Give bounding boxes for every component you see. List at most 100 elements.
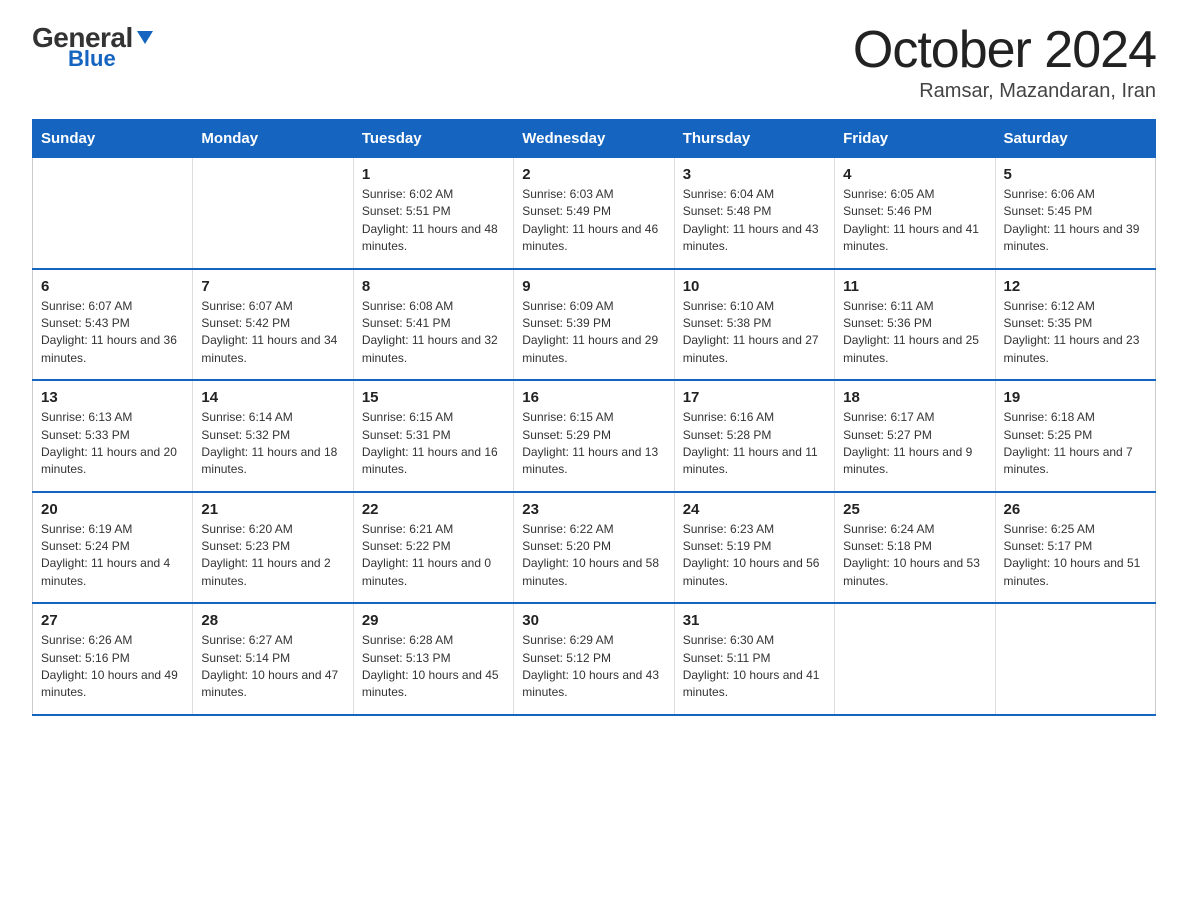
header-row: Sunday Monday Tuesday Wednesday Thursday… [33, 120, 1156, 158]
day-number: 2 [522, 166, 665, 183]
day-info: Sunrise: 6:18 AM Sunset: 5:25 PM Dayligh… [1004, 409, 1147, 479]
week-row-3: 20Sunrise: 6:19 AM Sunset: 5:24 PM Dayli… [33, 492, 1156, 604]
day-cell [995, 603, 1155, 715]
day-info: Sunrise: 6:09 AM Sunset: 5:39 PM Dayligh… [522, 298, 665, 368]
day-cell [835, 603, 995, 715]
week-row-1: 6 Sunrise: 6:07 AM Sunset: 5:43 PM Daylig… [33, 269, 1156, 381]
day-number: 18 [843, 389, 986, 406]
week-row-0: 1 Sunrise: 6:02 AM Sunset: 5:51 PM Daylig… [33, 158, 1156, 269]
day-cell: 6 Sunrise: 6:07 AM Sunset: 5:43 PM Daylig… [33, 269, 193, 381]
day-info: Sunrise: 6:21 AM Sunset: 5:22 PM Dayligh… [362, 521, 505, 591]
header-sunday: Sunday [33, 120, 193, 158]
day-info: Sunrise: 6:04 AM Sunset: 5:48 PM Dayligh… [683, 186, 826, 256]
day-number: 21 [201, 501, 344, 518]
logo-triangle-icon [137, 31, 153, 44]
day-info: Sunrise: 6:15 AM Sunset: 5:29 PM Dayligh… [522, 409, 665, 479]
title-block: October 2024 Ramsar, Mazandaran, Iran [853, 24, 1156, 103]
day-number: 16 [522, 389, 665, 406]
day-cell [33, 158, 193, 269]
day-number: 27 [41, 612, 184, 629]
day-info: Sunrise: 6:28 AM Sunset: 5:13 PM Dayligh… [362, 632, 505, 702]
day-number: 24 [683, 501, 826, 518]
day-info: Sunrise: 6:29 AM Sunset: 5:12 PM Dayligh… [522, 632, 665, 702]
day-number: 9 [522, 278, 665, 295]
day-cell: 23 Sunrise: 6:22 AM Sunset: 5:20 PM Dayli… [514, 492, 674, 604]
day-info: Sunrise: 6:25 AM Sunset: 5:17 PM Dayligh… [1004, 521, 1147, 591]
day-info: Sunrise: 6:05 AM Sunset: 5:46 PM Dayligh… [843, 186, 986, 256]
day-number: 15 [362, 389, 505, 406]
day-cell: 17 Sunrise: 6:16 AM Sunset: 5:28 PM Dayli… [674, 380, 834, 492]
day-info: Sunrise: 6:16 AM Sunset: 5:28 PM Dayligh… [683, 409, 826, 479]
day-info: Sunrise: 6:06 AM Sunset: 5:45 PM Dayligh… [1004, 186, 1147, 256]
location: Ramsar, Mazandaran, Iran [853, 80, 1156, 103]
header-tuesday: Tuesday [353, 120, 513, 158]
day-cell: 30 Sunrise: 6:29 AM Sunset: 5:12 PM Dayli… [514, 603, 674, 715]
day-info: Sunrise: 6:12 AM Sunset: 5:35 PM Dayligh… [1004, 298, 1147, 368]
day-info: Sunrise: 6:11 AM Sunset: 5:36 PM Dayligh… [843, 298, 986, 368]
day-number: 23 [522, 501, 665, 518]
day-info: Sunrise: 6:22 AM Sunset: 5:20 PM Dayligh… [522, 521, 665, 591]
day-cell: 8Sunrise: 6:08 AM Sunset: 5:41 PM Daylig… [353, 269, 513, 381]
day-cell: 4 Sunrise: 6:05 AM Sunset: 5:46 PM Daylig… [835, 158, 995, 269]
week-row-4: 27 Sunrise: 6:26 AM Sunset: 5:16 PM Dayli… [33, 603, 1156, 715]
day-number: 5 [1004, 166, 1147, 183]
day-number: 1 [362, 166, 505, 183]
day-cell: 1 Sunrise: 6:02 AM Sunset: 5:51 PM Daylig… [353, 158, 513, 269]
day-number: 25 [843, 501, 986, 518]
header-saturday: Saturday [995, 120, 1155, 158]
day-info: Sunrise: 6:19 AM Sunset: 5:24 PM Dayligh… [41, 521, 184, 591]
day-info: Sunrise: 6:03 AM Sunset: 5:49 PM Dayligh… [522, 186, 665, 256]
calendar-body: 1 Sunrise: 6:02 AM Sunset: 5:51 PM Daylig… [33, 158, 1156, 715]
day-cell: 5 Sunrise: 6:06 AM Sunset: 5:45 PM Daylig… [995, 158, 1155, 269]
header-thursday: Thursday [674, 120, 834, 158]
day-info: Sunrise: 6:23 AM Sunset: 5:19 PM Dayligh… [683, 521, 826, 591]
day-cell: 10 Sunrise: 6:10 AM Sunset: 5:38 PM Dayli… [674, 269, 834, 381]
day-info: Sunrise: 6:15 AM Sunset: 5:31 PM Dayligh… [362, 409, 505, 479]
day-cell: 19Sunrise: 6:18 AM Sunset: 5:25 PM Dayli… [995, 380, 1155, 492]
day-info: Sunrise: 6:27 AM Sunset: 5:14 PM Dayligh… [201, 632, 344, 702]
day-cell: 14Sunrise: 6:14 AM Sunset: 5:32 PM Dayli… [193, 380, 353, 492]
day-info: Sunrise: 6:20 AM Sunset: 5:23 PM Dayligh… [201, 521, 344, 591]
day-number: 7 [201, 278, 344, 295]
day-number: 3 [683, 166, 826, 183]
day-info: Sunrise: 6:07 AM Sunset: 5:43 PM Dayligh… [41, 298, 184, 368]
day-cell: 16 Sunrise: 6:15 AM Sunset: 5:29 PM Dayli… [514, 380, 674, 492]
day-info: Sunrise: 6:10 AM Sunset: 5:38 PM Dayligh… [683, 298, 826, 368]
day-cell: 9 Sunrise: 6:09 AM Sunset: 5:39 PM Daylig… [514, 269, 674, 381]
day-cell: 18Sunrise: 6:17 AM Sunset: 5:27 PM Dayli… [835, 380, 995, 492]
day-number: 30 [522, 612, 665, 629]
day-number: 28 [201, 612, 344, 629]
logo: General Blue [32, 24, 153, 70]
day-cell: 21 Sunrise: 6:20 AM Sunset: 5:23 PM Dayli… [193, 492, 353, 604]
day-number: 10 [683, 278, 826, 295]
day-cell: 27 Sunrise: 6:26 AM Sunset: 5:16 PM Dayli… [33, 603, 193, 715]
day-number: 31 [683, 612, 826, 629]
day-number: 4 [843, 166, 986, 183]
day-cell [193, 158, 353, 269]
day-cell: 22Sunrise: 6:21 AM Sunset: 5:22 PM Dayli… [353, 492, 513, 604]
day-cell: 2 Sunrise: 6:03 AM Sunset: 5:49 PM Daylig… [514, 158, 674, 269]
day-info: Sunrise: 6:02 AM Sunset: 5:51 PM Dayligh… [362, 186, 505, 256]
month-title: October 2024 [853, 24, 1156, 76]
header-monday: Monday [193, 120, 353, 158]
logo-bottom: Blue [68, 48, 116, 70]
day-cell: 26 Sunrise: 6:25 AM Sunset: 5:17 PM Dayli… [995, 492, 1155, 604]
day-info: Sunrise: 6:26 AM Sunset: 5:16 PM Dayligh… [41, 632, 184, 702]
day-number: 12 [1004, 278, 1147, 295]
day-number: 11 [843, 278, 986, 295]
day-number: 14 [201, 389, 344, 406]
day-cell: 15 Sunrise: 6:15 AM Sunset: 5:31 PM Dayli… [353, 380, 513, 492]
day-number: 17 [683, 389, 826, 406]
week-row-2: 13Sunrise: 6:13 AM Sunset: 5:33 PM Dayli… [33, 380, 1156, 492]
day-number: 26 [1004, 501, 1147, 518]
day-info: Sunrise: 6:30 AM Sunset: 5:11 PM Dayligh… [683, 632, 826, 702]
day-number: 6 [41, 278, 184, 295]
header-friday: Friday [835, 120, 995, 158]
day-info: Sunrise: 6:07 AM Sunset: 5:42 PM Dayligh… [201, 298, 344, 368]
page-header: General Blue October 2024 Ramsar, Mazand… [32, 24, 1156, 103]
calendar-table: Sunday Monday Tuesday Wednesday Thursday… [32, 119, 1156, 716]
day-number: 29 [362, 612, 505, 629]
day-cell: 12 Sunrise: 6:12 AM Sunset: 5:35 PM Dayli… [995, 269, 1155, 381]
day-cell: 24 Sunrise: 6:23 AM Sunset: 5:19 PM Dayli… [674, 492, 834, 604]
day-cell: 31 Sunrise: 6:30 AM Sunset: 5:11 PM Dayli… [674, 603, 834, 715]
